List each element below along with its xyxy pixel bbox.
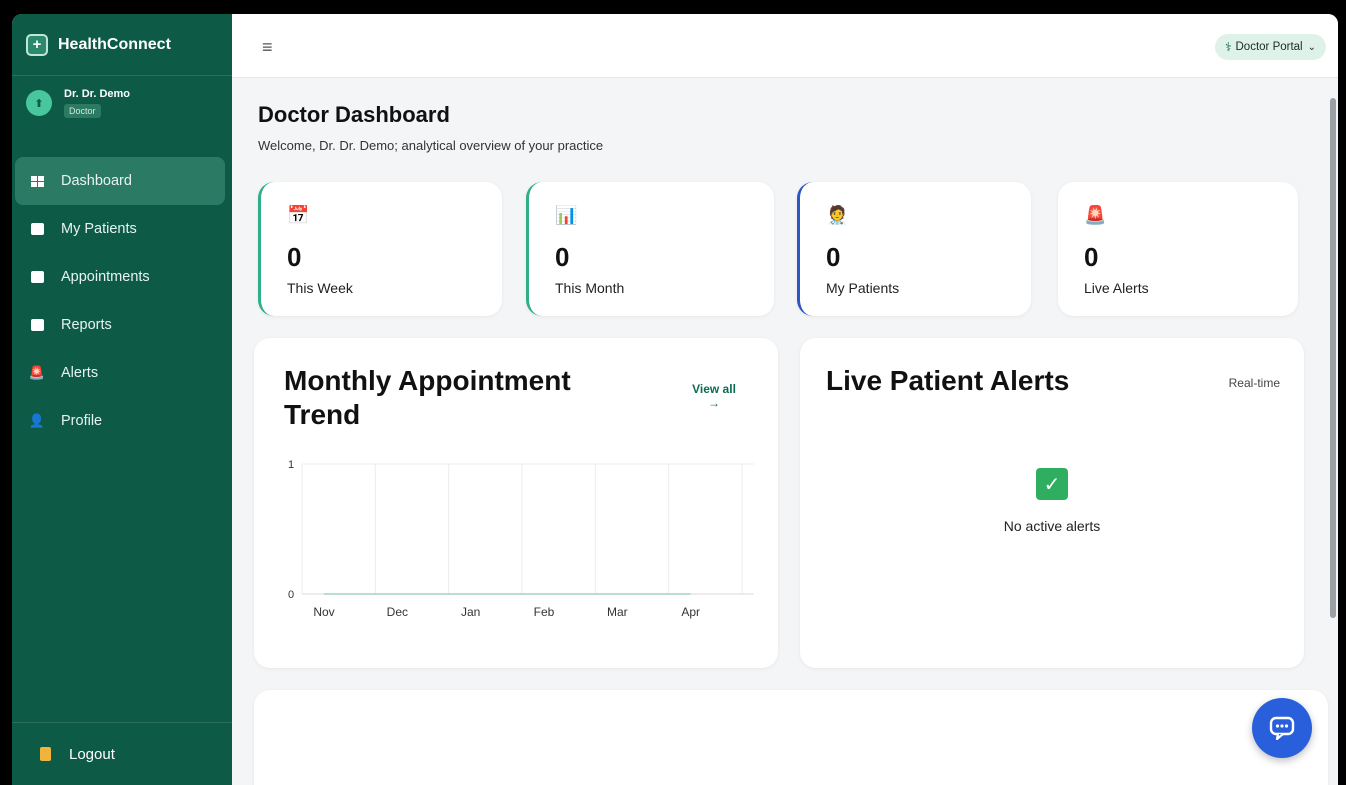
trend-chart: 0 1 Nov Dec Jan Feb Mar Apr	[288, 459, 754, 619]
monthly-trend-card: Monthly Appointment Trend View all → 0 1 N…	[254, 338, 778, 668]
sidebar-item-label: Dashboard	[61, 173, 132, 189]
avatar: ⬆	[26, 90, 52, 116]
y-tick-label: 0	[288, 589, 294, 601]
y-tick-label: 1	[288, 459, 294, 471]
brand-name: HealthConnect	[58, 35, 171, 53]
main-content: Doctor Dashboard Welcome, Dr. Dr. Demo; …	[232, 78, 1338, 785]
siren-icon: 🚨	[1084, 205, 1107, 225]
reports-icon	[29, 317, 45, 333]
patients-icon	[29, 221, 45, 237]
chat-button[interactable]	[1252, 698, 1312, 758]
sidebar-item-label: Appointments	[61, 269, 150, 285]
sidebar-item-profile[interactable]: 👤 Profile	[15, 397, 225, 445]
portal-label: Doctor Portal	[1235, 41, 1303, 53]
x-tick-label: Mar	[607, 605, 628, 619]
stat-value: 0	[287, 242, 302, 272]
avatar-icon: ⬆	[34, 97, 44, 110]
x-tick-label: Nov	[313, 605, 334, 619]
sidebar-item-my-patients[interactable]: My Patients	[15, 205, 225, 253]
view-all-link[interactable]: View all →	[686, 382, 742, 410]
page-subtitle: Welcome, Dr. Dr. Demo; analytical overvi…	[258, 138, 604, 153]
logout-button[interactable]: Logout	[12, 722, 232, 785]
logout-label: Logout	[69, 745, 115, 763]
no-alerts-text: No active alerts	[1003, 518, 1101, 534]
dashboard-grid-icon	[29, 173, 45, 189]
x-tick-label: Apr	[681, 605, 700, 619]
page-title: Doctor Dashboard	[258, 102, 450, 127]
x-tick-label: Dec	[387, 605, 408, 619]
stat-value: 0	[1084, 242, 1099, 272]
x-tick-label: Jan	[461, 605, 480, 619]
trend-title: Monthly Appointment Trend	[284, 365, 571, 430]
user-card: ⬆ Dr. Dr. Demo Doctor	[26, 88, 130, 119]
live-alerts-card: Live Patient Alerts Real-time ✓ No activ…	[800, 338, 1304, 668]
sidebar-item-alerts[interactable]: 🚨 Alerts	[15, 349, 225, 397]
plus-icon: +	[26, 33, 48, 56]
stat-label: Live Alerts	[1084, 280, 1149, 296]
sidebar-item-label: My Patients	[61, 221, 137, 237]
stat-label: My Patients	[826, 280, 900, 296]
stat-label: This Week	[287, 280, 353, 296]
stat-label: This Month	[555, 280, 625, 296]
doctor-portal-dropdown[interactable]: ⚕ Doctor Portal ⌄	[1215, 34, 1326, 60]
sidebar-item-label: Alerts	[61, 365, 99, 381]
sidebar-nav: Dashboard My Patients Appointments Repor…	[15, 157, 225, 445]
menu-icon[interactable]: ≡	[262, 38, 273, 56]
brand[interactable]: + HealthConnect	[12, 14, 232, 76]
stat-value: 0	[555, 242, 570, 272]
profile-icon: 👤	[28, 413, 46, 428]
stat-card-this-month: 📊 0 This Month	[526, 182, 774, 316]
sidebar-item-reports[interactable]: Reports	[15, 301, 225, 349]
calendar-icon: 📅	[287, 205, 310, 225]
appointments-icon	[29, 269, 45, 285]
sidebar-item-label: Reports	[61, 317, 112, 333]
doctor-icon: 🧑‍⚕️	[826, 205, 849, 225]
realtime-badge: Real-time	[1228, 376, 1280, 390]
bar-chart-icon: 📊	[555, 205, 578, 225]
stethoscope-icon: ⚕	[1225, 40, 1232, 54]
sidebar-item-appointments[interactable]: Appointments	[15, 253, 225, 301]
stat-card-my-patients: 🧑‍⚕️ 0 My Patients	[797, 182, 1031, 316]
user-name: Dr. Dr. Demo	[64, 88, 131, 100]
alerts-icon: 🚨	[28, 365, 46, 380]
x-tick-label: Feb	[534, 605, 555, 619]
check-icon: ✓	[1036, 468, 1068, 500]
scrollbar[interactable]	[1330, 98, 1336, 618]
stat-card-live-alerts: 🚨 0 Live Alerts	[1058, 182, 1298, 316]
stat-card-this-week: 📅 0 This Week	[258, 182, 502, 316]
bottom-card	[254, 690, 1328, 785]
stat-value: 0	[826, 242, 841, 272]
user-role-badge: Doctor	[64, 104, 101, 118]
sidebar: + HealthConnect ⬆ Dr. Dr. Demo Doctor Da…	[12, 14, 232, 785]
logout-icon	[37, 746, 53, 762]
sidebar-item-dashboard[interactable]: Dashboard	[15, 157, 225, 205]
chevron-down-icon: ⌄	[1307, 41, 1316, 53]
topbar: ≡ ⚕ Doctor Portal ⌄	[232, 14, 1338, 78]
alerts-title: Live Patient Alerts	[826, 365, 1070, 396]
app-window: + HealthConnect ⬆ Dr. Dr. Demo Doctor Da…	[12, 14, 1338, 785]
chat-icon	[1269, 716, 1295, 740]
sidebar-item-label: Profile	[61, 413, 103, 429]
